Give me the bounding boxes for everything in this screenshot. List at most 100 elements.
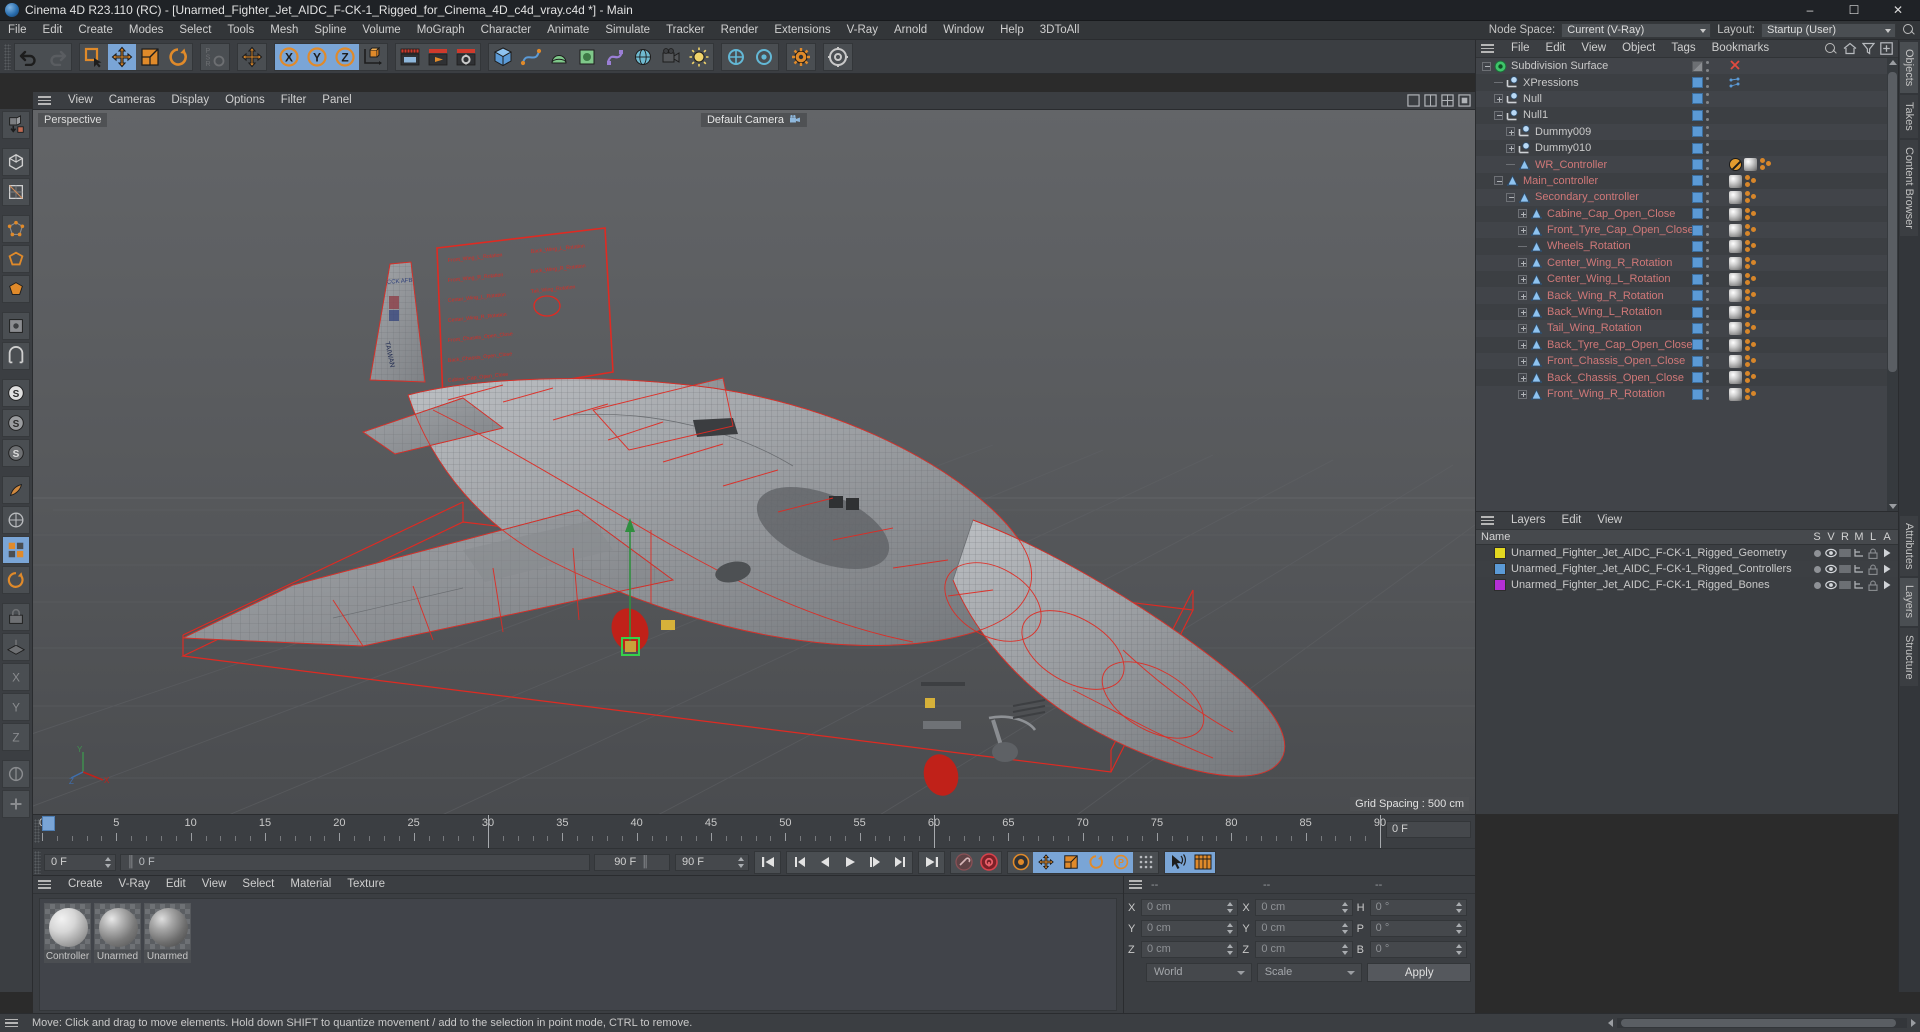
layer-color-box[interactable] [1692, 273, 1703, 285]
viewport-menu-item-options[interactable]: Options [217, 91, 273, 110]
size-z-spinner[interactable] [1341, 944, 1349, 955]
rotation-h-field[interactable]: 0 ° [1369, 899, 1467, 916]
expand-node-icon[interactable] [1506, 143, 1515, 153]
layer-column-a[interactable]: A [1880, 531, 1894, 543]
go-to-end-button[interactable] [919, 852, 944, 873]
expand-node-icon[interactable] [1518, 323, 1527, 333]
object-name[interactable]: Center_Wing_L_Rotation [1547, 273, 1671, 285]
viewport-menu-item-view[interactable]: View [60, 91, 101, 110]
visibility-dots-icon[interactable] [1706, 257, 1710, 269]
visibility-dots-icon[interactable] [1706, 60, 1710, 72]
size-y-field[interactable]: 0 cm [1255, 920, 1353, 937]
frame-start-spinner[interactable] [105, 856, 112, 868]
timeline-toggle-button[interactable] [1190, 851, 1215, 873]
scroll-right-arrow-icon[interactable] [1911, 1019, 1916, 1027]
autokeying-button[interactable] [951, 852, 976, 873]
object-name[interactable]: Back_Wing_L_Rotation [1547, 306, 1662, 318]
layer-manager-menu-icon[interactable] [1481, 514, 1499, 528]
viewport-menu-item-panel[interactable]: Panel [314, 91, 359, 110]
dock-tab-content-browser[interactable]: Content Browser [1900, 140, 1918, 236]
object-scroll-thumb[interactable] [1888, 72, 1897, 372]
material-tag-icon[interactable] [1729, 174, 1742, 188]
workplane-x-button[interactable]: X [2, 663, 30, 691]
object-row[interactable]: Back_Tyre_Cap_Open_Close [1476, 336, 1887, 354]
menu-item-modes[interactable]: Modes [121, 21, 172, 40]
rotation-p-field[interactable]: 0 ° [1369, 920, 1467, 937]
timeline-ruler-panel[interactable]: 051015202530354045505560657075808590 0 F [33, 814, 1475, 849]
layer-name[interactable]: Unarmed_Fighter_Jet_AIDC_F-CK-1_Rigged_C… [1511, 563, 1792, 575]
visibility-dots-icon[interactable] [1706, 240, 1710, 252]
record-scale-button[interactable] [1058, 851, 1083, 873]
visibility-dots-icon[interactable] [1706, 208, 1710, 220]
material-menu-item-texture[interactable]: Texture [339, 875, 393, 894]
layer-color-box[interactable] [1692, 224, 1703, 236]
object-name[interactable]: Dummy009 [1535, 126, 1591, 138]
object-row[interactable]: Front_Wing_R_Rotation [1476, 386, 1887, 402]
expand-node-icon[interactable] [1506, 127, 1515, 137]
material-tag-icon[interactable] [1729, 191, 1742, 205]
object-name[interactable]: Front_Wing_R_Rotation [1547, 388, 1665, 400]
layer-color-box[interactable] [1692, 191, 1703, 203]
material-preview[interactable] [144, 903, 191, 950]
lock-icon[interactable] [1866, 578, 1880, 592]
material-list[interactable]: Controller Unarmed Unarmed [39, 898, 1117, 1011]
menu-item-volume[interactable]: Volume [354, 21, 408, 40]
position-z-field[interactable]: 0 cm [1141, 941, 1239, 958]
visibility-dots-icon[interactable] [1706, 355, 1710, 367]
material-tag-icon[interactable] [1729, 240, 1742, 254]
display-toggle-box[interactable] [1692, 60, 1703, 72]
horizontal-scroll-thumb[interactable] [1621, 1019, 1896, 1027]
menu-item-3dtoall[interactable]: 3DToAll [1032, 21, 1088, 40]
layer-color-box[interactable] [1692, 126, 1703, 138]
material-tag-icon[interactable] [1729, 256, 1742, 270]
locked-workplane-button[interactable] [2, 603, 30, 631]
visibility-dots-icon[interactable] [1706, 388, 1710, 400]
layer-color-box[interactable] [1692, 257, 1703, 269]
menu-item-tracker[interactable]: Tracker [658, 21, 713, 40]
scroll-left-arrow-icon[interactable] [1608, 1019, 1613, 1027]
object-name[interactable]: Back_Wing_R_Rotation [1547, 290, 1664, 302]
display-tag-icon[interactable] [1729, 158, 1742, 172]
home-icon[interactable] [1843, 42, 1857, 55]
object-row[interactable]: Back_Wing_L_Rotation [1476, 303, 1887, 321]
layer-color-box[interactable] [1692, 208, 1703, 220]
weight-tag-icon[interactable] [1744, 289, 1760, 302]
coordinates-menu-icon[interactable] [1129, 878, 1147, 892]
manager-tree-icon[interactable] [1852, 562, 1866, 576]
weight-tag-icon[interactable] [1744, 322, 1760, 335]
collapse-node-icon[interactable] [1494, 176, 1503, 186]
frame-start-field[interactable]: 0 F [44, 853, 116, 871]
move-axis-button[interactable] [238, 44, 266, 70]
size-x-field[interactable]: 0 cm [1255, 899, 1353, 916]
go-to-previous-key-button[interactable] [787, 852, 812, 873]
expand-node-icon[interactable] [1518, 340, 1527, 350]
record-parameter-button[interactable]: P [1108, 851, 1133, 873]
menu-item-window[interactable]: Window [935, 21, 992, 40]
visibility-dots-icon[interactable] [1706, 306, 1710, 318]
render-queue-button[interactable] [424, 44, 452, 70]
nurbs-button[interactable] [545, 44, 573, 70]
filter-icon[interactable] [1862, 42, 1875, 55]
menu-item-character[interactable]: Character [473, 21, 540, 40]
weight-tag-icon[interactable] [1744, 240, 1760, 253]
record-position-button[interactable] [1033, 851, 1058, 873]
layer-column-v[interactable]: V [1824, 531, 1838, 543]
menu-item-animate[interactable]: Animate [539, 21, 597, 40]
edges-mode-button[interactable] [2, 245, 30, 273]
layer-color-box[interactable] [1692, 355, 1703, 367]
menu-item-create[interactable]: Create [70, 21, 121, 40]
object-manager-menu-icon[interactable] [1481, 42, 1499, 56]
material-menu-item-create[interactable]: Create [60, 875, 111, 894]
step-back-button[interactable] [812, 852, 837, 873]
timeline-ruler[interactable]: 051015202530354045505560657075808590 [39, 815, 1386, 849]
visibility-eye-icon[interactable] [1824, 562, 1838, 576]
solo-toggle-icon[interactable] [1810, 562, 1824, 576]
material-item[interactable]: Controller [44, 903, 91, 1006]
record-active-objects-button[interactable] [976, 852, 1001, 873]
size-x-spinner[interactable] [1341, 902, 1349, 913]
go-to-next-key-button[interactable] [887, 852, 912, 873]
camera-icon[interactable] [790, 115, 801, 124]
material-tag-icon[interactable] [1729, 223, 1742, 237]
render-film-icon[interactable] [1838, 578, 1852, 592]
viewport-single-layout-icon[interactable] [1407, 94, 1420, 107]
